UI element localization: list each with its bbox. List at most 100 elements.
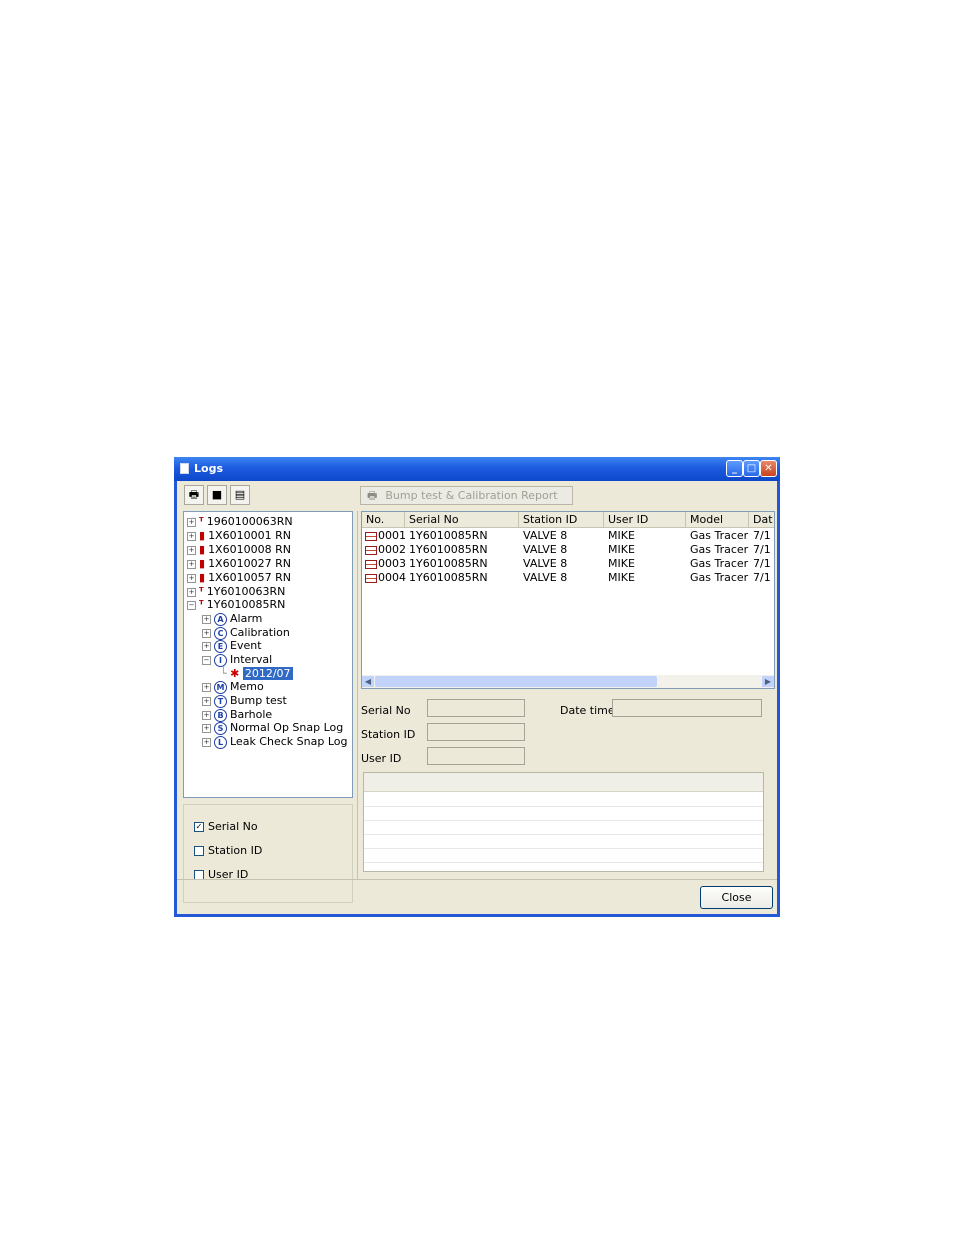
app-icon — [180, 463, 189, 474]
expand-icon[interactable]: + — [202, 723, 211, 733]
grid-line — [364, 862, 763, 863]
log-list[interactable]: No. Serial No Station ID User ID Model D… — [361, 511, 775, 689]
tree-device-expanded[interactable]: − ᵀ 1Y6010085RN — [187, 598, 285, 611]
clipboard-icon: ▤ — [234, 488, 246, 501]
device-tree[interactable]: + ᵀ 1960100063RN + ▮ 1X6010001 RN + ▮ 1X601000… — [183, 511, 353, 798]
minimize-button[interactable]: _ — [726, 460, 743, 477]
expand-icon[interactable]: + — [187, 587, 196, 597]
interval-icon: I — [214, 653, 227, 667]
device-icon: ▮ — [199, 543, 206, 556]
device-icon: ▮ — [199, 557, 206, 570]
expand-icon[interactable]: + — [187, 573, 196, 583]
leak-check-icon: L — [214, 735, 227, 749]
title-bar: Logs _ □ ✕ — [174, 457, 780, 481]
device-icon: ᵀ — [199, 598, 204, 611]
log-icon — [365, 559, 377, 569]
checkbox-unchecked[interactable] — [194, 846, 204, 856]
barhole-icon: B — [214, 708, 227, 722]
detail-grid[interactable] — [363, 772, 764, 872]
logs-window: Logs _ □ ✕ 🖶 ■ ▤ 🖶 Bump test & Calibratio… — [174, 457, 780, 917]
scroll-right-icon[interactable]: ▶ — [762, 676, 774, 687]
serial-no-label: Serial No — [361, 704, 411, 717]
maximize-button[interactable]: □ — [743, 460, 760, 477]
column-header-model[interactable]: Model — [686, 512, 749, 528]
horizontal-scrollbar[interactable]: ◀ ▶ — [362, 675, 774, 688]
alarm-icon: A — [214, 612, 227, 626]
station-id-label: Station ID — [361, 728, 416, 741]
copy-button[interactable]: ▤ — [230, 485, 250, 505]
tree-category-leak-check[interactable]: + L Leak Check Snap Log — [202, 735, 347, 749]
memo-icon: M — [214, 680, 227, 694]
tree-connector: └ — [220, 667, 227, 680]
serial-no-checkbox[interactable]: ✓ Serial No — [194, 820, 258, 833]
detail-grid-header — [364, 773, 763, 792]
expand-icon[interactable]: + — [202, 696, 211, 706]
tree-device[interactable]: + ▮ 1X6010057 RN — [187, 571, 291, 584]
column-header-no[interactable]: No. — [362, 512, 405, 528]
tree-device[interactable]: + ▮ 1X6010001 RN — [187, 529, 291, 542]
record-icon: ✱ — [230, 667, 240, 680]
collapse-icon[interactable]: − — [187, 600, 196, 610]
expand-icon[interactable]: + — [187, 517, 196, 527]
tree-category-memo[interactable]: + M Memo — [202, 680, 264, 694]
tree-category-calibration[interactable]: + C Calibration — [202, 626, 290, 640]
device-icon: ▮ — [199, 571, 206, 584]
expand-icon[interactable]: + — [202, 641, 211, 651]
checkbox-checked[interactable]: ✓ — [194, 822, 204, 832]
device-icon: ▮ — [199, 529, 206, 542]
date-time-label: Date time — [560, 704, 615, 717]
close-button[interactable]: Close — [700, 886, 773, 909]
expand-icon[interactable]: + — [187, 545, 196, 555]
station-id-field — [427, 723, 525, 741]
scroll-thumb[interactable] — [375, 676, 657, 687]
tree-category-interval[interactable]: − I Interval — [202, 653, 272, 667]
collapse-icon[interactable]: − — [202, 655, 211, 665]
serial-no-field — [427, 699, 525, 717]
grid-line — [364, 848, 763, 849]
snap-log-icon: S — [214, 721, 227, 735]
expand-icon[interactable]: + — [202, 710, 211, 720]
grid-line — [364, 806, 763, 807]
print-icon: 🖶 — [367, 489, 378, 502]
expand-icon[interactable]: + — [202, 628, 211, 638]
tree-category-alarm[interactable]: + A Alarm — [202, 612, 262, 626]
tree-category-event[interactable]: + E Event — [202, 639, 262, 653]
column-header-station[interactable]: Station ID — [519, 512, 604, 528]
expand-icon[interactable]: + — [187, 559, 196, 569]
save-icon: ■ — [211, 488, 223, 501]
expand-icon[interactable]: + — [187, 531, 196, 541]
column-header-date[interactable]: Dat — [749, 512, 774, 528]
tree-category-normal-op[interactable]: + S Normal Op Snap Log — [202, 721, 343, 735]
print-button[interactable]: 🖶 — [184, 485, 204, 505]
column-header-serial[interactable]: Serial No — [405, 512, 519, 528]
tree-category-bump-test[interactable]: + T Bump test — [202, 694, 287, 708]
scroll-left-icon[interactable]: ◀ — [362, 676, 374, 687]
expand-icon[interactable]: + — [202, 737, 211, 747]
user-id-label: User ID — [361, 752, 402, 765]
tree-device[interactable]: + ᵀ 1Y6010063RN — [187, 585, 285, 598]
expand-icon[interactable]: + — [202, 614, 211, 624]
device-icon: ᵀ — [199, 585, 204, 598]
close-window-button[interactable]: ✕ — [760, 460, 777, 477]
tree-category-barhole[interactable]: + B Barhole — [202, 708, 272, 722]
expand-icon[interactable]: + — [202, 682, 211, 692]
report-button[interactable]: 🖶 Bump test & Calibration Report — [360, 486, 573, 505]
log-icon — [365, 545, 377, 555]
bump-test-icon: T — [214, 694, 227, 708]
save-button[interactable]: ■ — [207, 485, 227, 505]
tree-device[interactable]: + ▮ 1X6010008 RN — [187, 543, 291, 556]
tree-device[interactable]: + ▮ 1X6010027 RN — [187, 557, 291, 570]
station-id-checkbox[interactable]: Station ID — [194, 844, 262, 857]
device-icon: ᵀ — [199, 515, 204, 528]
window-client: 🖶 ■ ▤ 🖶 Bump test & Calibration Report + ᵀ… — [177, 481, 777, 914]
window-title: Logs — [194, 462, 223, 475]
log-icon — [365, 531, 377, 541]
event-icon: E — [214, 639, 227, 653]
column-header-user[interactable]: User ID — [604, 512, 686, 528]
report-button-label: Bump test & Calibration Report — [385, 489, 558, 502]
panel-divider — [357, 511, 358, 879]
date-time-field — [612, 699, 762, 717]
user-id-field — [427, 747, 525, 765]
tree-device[interactable]: + ᵀ 1960100063RN — [187, 515, 293, 528]
tree-leaf-selected[interactable]: └ ✱ 2012/07 — [220, 667, 293, 680]
